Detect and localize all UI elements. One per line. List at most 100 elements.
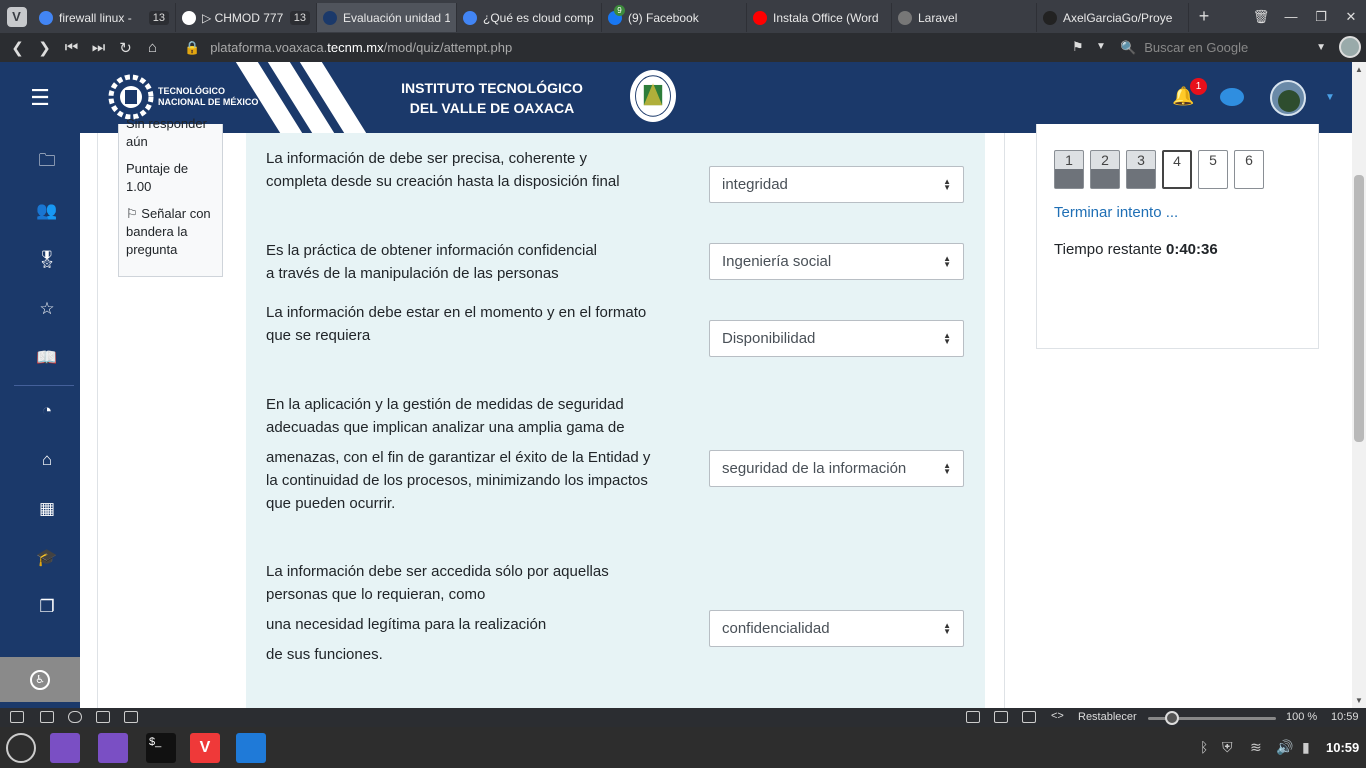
nav-drawer: 🗀 👥 🎖 ☆ 📖 ◔ ⌂ ▦ 🎓 ❐ ♿ <box>0 133 80 708</box>
wifi-icon[interactable]: ≋ <box>1250 739 1262 756</box>
folder-app-icon[interactable] <box>98 733 128 763</box>
finish-attempt-link[interactable]: Terminar intento ... <box>1054 204 1178 221</box>
browser-tab[interactable]: 9 (9) Facebook <box>602 3 747 32</box>
browser-tab[interactable]: ¿Qué es cloud comp <box>457 3 602 32</box>
browser-tab[interactable]: AxelGarciaGo/Proye <box>1037 3 1189 32</box>
maximize-button[interactable]: ❐ <box>1306 9 1336 25</box>
zoom-reset-label[interactable]: Restablecer <box>1078 711 1137 723</box>
star-icon[interactable]: ☆ <box>36 298 58 320</box>
match-answer-select[interactable]: confidencialidad ▲ ▼ <box>709 610 964 647</box>
graduation-cap-icon[interactable]: 🎓 <box>36 547 58 569</box>
home-button[interactable]: ⌂ <box>139 39 166 56</box>
chevron-down-icon[interactable]: ▼ <box>1096 41 1106 52</box>
forward-button[interactable]: ❯ <box>31 39 58 57</box>
screen: V firewall linux - 13 ▷ CHMOD 777, 13 Evalu… <box>0 0 1366 768</box>
image-icon[interactable] <box>1022 711 1036 723</box>
book-icon[interactable]: 📖 <box>36 347 58 369</box>
terminal-app-icon[interactable]: $_ <box>146 733 176 763</box>
code-icon[interactable]: <> <box>1051 710 1064 722</box>
calendar-icon[interactable] <box>124 711 138 723</box>
battery-icon[interactable]: ▮ <box>1302 739 1310 756</box>
selected-answer: Disponibilidad <box>722 330 816 347</box>
scrollbar-thumb[interactable] <box>1354 175 1364 442</box>
mail-icon[interactable] <box>96 711 110 723</box>
scroll-up-icon[interactable]: ▲ <box>1355 65 1363 74</box>
mint-menu-icon[interactable] <box>6 733 36 763</box>
match-answer-select[interactable]: Ingeniería social ▲ ▼ <box>709 243 964 280</box>
quiz-nav-question-button[interactable]: 6 <box>1234 150 1264 189</box>
vivaldi-menu-button[interactable]: V <box>0 0 33 33</box>
github-icon <box>182 10 196 25</box>
trash-icon[interactable]: 🗑 <box>1246 9 1276 25</box>
browser-tab[interactable]: firewall linux - 13 <box>33 3 176 32</box>
tiling-icon[interactable] <box>994 711 1008 723</box>
accessibility-button[interactable]: ♿ <box>0 657 80 702</box>
youtube-icon <box>753 10 767 25</box>
rewind-button[interactable]: ⏮ <box>58 39 85 56</box>
institute-seal-icon <box>628 68 678 124</box>
search-field[interactable]: 🔍 Buscar en Google ▼ <box>1120 37 1330 58</box>
match-prompt-line: una necesidad legítima para la realizaci… <box>266 616 547 633</box>
quiz-nav-question-button[interactable]: 3 <box>1126 150 1156 189</box>
tab-tiling-icon[interactable] <box>40 711 54 723</box>
vivaldi-app-icon[interactable]: V <box>190 733 220 763</box>
tecnm-line-1: TECNOLÓGICO <box>158 86 225 96</box>
screenshot-icon[interactable] <box>966 711 980 723</box>
user-menu-caret-icon[interactable]: ▼ <box>1325 92 1335 103</box>
page-scrollbar[interactable]: ▲ ▼ <box>1352 62 1366 708</box>
url-field[interactable]: 🔒 plataforma.voaxaca. tecnm.mx/mod/quiz/a… <box>184 40 1064 56</box>
dashboard-gauge-icon[interactable]: ◔ <box>36 400 58 422</box>
scroll-down-icon[interactable]: ▼ <box>1355 696 1363 705</box>
quiz-nav-question-button[interactable]: 1 <box>1054 150 1084 189</box>
files-app-icon[interactable] <box>50 733 80 763</box>
users-icon[interactable]: 👥 <box>36 200 58 222</box>
search-engine-dropdown-icon[interactable]: ▼ <box>1316 42 1326 53</box>
bookmark-icon[interactable]: ⚑ <box>1072 39 1084 55</box>
badge-icon[interactable]: 🎖 <box>36 249 58 271</box>
hamburger-menu-icon[interactable]: ☰ <box>0 62 80 133</box>
browser-tab[interactable]: Evaluación unidad 1 <box>317 3 457 32</box>
answered-indicator <box>1091 169 1119 188</box>
quiz-nav-question-button[interactable]: 5 <box>1198 150 1228 189</box>
browser-tab[interactable]: ▷ CHMOD 777, 13 <box>176 3 317 32</box>
zoom-slider-handle[interactable] <box>1165 711 1180 725</box>
tab-list: firewall linux - 13 ▷ CHMOD 777, 13 Evaluac… <box>33 1 1189 32</box>
quiz-nav-question-button[interactable]: 4 <box>1162 150 1192 189</box>
selected-answer: seguridad de la información <box>722 460 907 477</box>
panel-toggle-icon[interactable] <box>10 711 24 723</box>
google-icon <box>39 10 53 25</box>
text-editor-app-icon[interactable] <box>236 733 266 763</box>
messages-chat-icon[interactable] <box>1220 88 1244 106</box>
fast-forward-button[interactable]: ⏭ <box>85 39 112 56</box>
match-answer-select[interactable]: integridad ▲ ▼ <box>709 166 964 203</box>
back-button[interactable]: ❮ <box>4 39 31 57</box>
reload-button[interactable]: ↻ <box>112 39 139 57</box>
institute-line-1: INSTITUTO TECNOLÓGICO <box>401 80 583 96</box>
home-icon[interactable]: ⌂ <box>36 449 58 471</box>
minimize-button[interactable]: — <box>1276 9 1306 24</box>
quiz-navigation-block: Terminar intento ... Tiempo restante 0:4… <box>1036 124 1319 349</box>
match-prompt-line: En la aplicación y la gestión de medidas… <box>266 396 624 413</box>
quiz-nav-question-button[interactable]: 2 <box>1090 150 1120 189</box>
flag-question-link[interactable]: ⚐ Señalar con bandera la pregunta <box>126 205 215 259</box>
browser-tab[interactable]: Instala Office (Word <box>747 3 892 32</box>
folder-icon[interactable]: 🗀 <box>36 151 58 173</box>
close-window-button[interactable]: ✕ <box>1336 9 1366 25</box>
files-icon[interactable]: ❐ <box>36 596 58 618</box>
search-icon: 🔍 <box>1120 39 1137 55</box>
tab-title: ▷ CHMOD 777, <box>202 10 284 25</box>
bluetooth-icon[interactable]: ᛒ <box>1200 739 1208 755</box>
browser-status-bar: <> Restablecer 100 % 10:59 <box>0 708 1366 727</box>
browser-profile-avatar[interactable] <box>1339 36 1361 58</box>
shield-icon[interactable]: ⛨ <box>1222 739 1233 756</box>
match-answer-select[interactable]: Disponibilidad ▲ ▼ <box>709 320 964 357</box>
calendar-icon[interactable]: ▦ <box>36 498 58 520</box>
url-domain: tecnm.mx <box>327 40 384 55</box>
browser-tab[interactable]: Laravel <box>892 3 1037 32</box>
volume-icon[interactable]: 🔊 <box>1276 739 1293 756</box>
new-tab-button[interactable]: + <box>1189 6 1219 27</box>
question-number: 5 <box>1209 152 1217 168</box>
window-icon[interactable] <box>68 711 82 723</box>
user-avatar[interactable] <box>1270 80 1306 116</box>
match-answer-select[interactable]: seguridad de la información ▲ ▼ <box>709 450 964 487</box>
